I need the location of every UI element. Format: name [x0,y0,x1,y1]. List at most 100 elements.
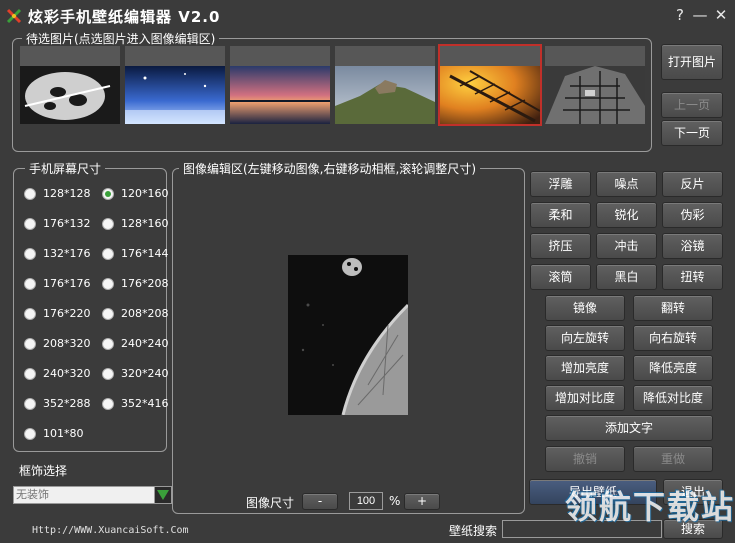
transform-button[interactable]: 增加亮度 [545,355,625,381]
radio-button-icon[interactable] [102,367,114,380]
transform-button[interactable]: 向左旋转 [545,325,625,351]
radio-button-icon[interactable] [102,307,114,320]
next-page-button[interactable]: 下一页 [661,120,723,146]
wallpaper-search-label: 壁纸搜索 [449,524,498,538]
screen-size-option-label: 352*288 [43,397,91,410]
radio-button-icon[interactable] [24,427,36,440]
screen-size-option-label: 101*80 [43,427,84,440]
thumbnail-image-sunset-sea [230,66,330,124]
effect-button[interactable]: 柔和 [530,202,591,228]
website-link[interactable]: Http://WWW.XuancaiSoft.Com [32,525,189,536]
screen-size-option[interactable]: 176*208 [102,276,169,292]
frame-select-dropdown[interactable] [13,486,155,504]
add-text-button[interactable]: 添加文字 [545,415,713,441]
screen-size-option[interactable]: 176*220 [24,306,91,322]
effect-button[interactable]: 黑白 [596,264,657,290]
screen-size-option[interactable]: 352*416 [102,396,169,412]
editor-canvas-image[interactable] [288,255,408,415]
effect-button[interactable]: 冲击 [596,233,657,259]
screen-size-option[interactable]: 208*208 [102,306,169,322]
screen-size-legend: 手机屏幕尺寸 [25,160,106,177]
zoom-input[interactable] [349,492,383,510]
radio-button-icon[interactable] [102,337,114,350]
screen-size-option[interactable]: 352*288 [24,396,91,412]
screen-size-option[interactable]: 176*144 [102,246,169,262]
effect-button[interactable]: 锐化 [596,202,657,228]
screen-size-option[interactable]: 128*160 [102,216,169,232]
effect-button[interactable]: 浮雕 [530,171,591,197]
screen-size-option-label: 320*240 [121,367,169,380]
radio-button-icon[interactable] [24,277,36,290]
prev-page-button[interactable]: 上一页 [661,92,723,118]
screen-size-option[interactable]: 176*132 [24,216,91,232]
screen-size-option[interactable]: 208*320 [24,336,91,352]
undo-button[interactable]: 撤销 [545,446,625,472]
screen-size-option[interactable]: 176*176 [24,276,91,292]
radio-button-icon[interactable] [102,397,114,410]
screen-size-option-label: 128*128 [43,187,91,200]
thumbnail-1[interactable] [20,46,120,124]
zoom-percent-label: % [389,494,401,508]
radio-button-icon[interactable] [102,217,114,230]
image-size-label: 图像尺寸 [246,496,295,510]
screen-size-option[interactable]: 240*240 [102,336,169,352]
effect-button[interactable]: 噪点 [596,171,657,197]
screen-size-option[interactable]: 132*176 [24,246,91,262]
transform-button[interactable]: 增加对比度 [545,385,625,411]
effect-button[interactable]: 挤压 [530,233,591,259]
radio-button-icon[interactable] [24,397,36,410]
close-button[interactable]: ✕ [712,6,730,24]
app-logo-icon [6,8,22,24]
radio-button-icon[interactable] [102,247,114,260]
screen-size-option[interactable]: 128*128 [24,186,91,202]
screen-size-option-label: 128*160 [121,217,169,230]
screen-size-option[interactable]: 320*240 [102,366,169,382]
thumbnail-3[interactable] [230,46,330,124]
thumbnail-2[interactable] [125,46,225,124]
thumbnail-4[interactable] [335,46,435,124]
transform-button[interactable]: 翻转 [633,295,713,321]
screen-size-option[interactable]: 120*160 [102,186,169,202]
thumbnail-5[interactable] [438,44,542,126]
transform-button[interactable]: 降低对比度 [633,385,713,411]
effect-button[interactable]: 伪彩 [662,202,723,228]
radio-button-icon[interactable] [102,277,114,290]
screen-size-option-label: 176*144 [121,247,169,260]
window-title: 炫彩手机壁纸编辑器 V2.0 [28,8,221,26]
thumbnail-group-legend: 待选图片(点选图片进入图像编辑区) [22,30,220,47]
screen-size-option-label: 352*416 [121,397,169,410]
frame-dropdown-button[interactable] [154,486,172,504]
effect-button[interactable]: 反片 [662,171,723,197]
radio-button-icon[interactable] [24,367,36,380]
screen-size-option[interactable]: 101*80 [24,426,84,442]
transform-button[interactable]: 镜像 [545,295,625,321]
zoom-in-button[interactable]: + [404,493,440,510]
open-image-button[interactable]: 打开图片 [661,44,723,80]
redo-button[interactable]: 重做 [633,446,713,472]
screen-size-option-label: 240*240 [121,337,169,350]
help-button[interactable]: ? [671,6,689,24]
minimize-button[interactable]: — [691,6,709,24]
radio-button-icon[interactable] [24,247,36,260]
transform-button[interactable]: 降低亮度 [633,355,713,381]
screen-size-option[interactable]: 240*320 [24,366,91,382]
effect-button[interactable]: 滚筒 [530,264,591,290]
effect-button[interactable]: 浴镜 [662,233,723,259]
radio-button-icon[interactable] [24,337,36,350]
radio-button-icon[interactable] [24,187,36,200]
thumbnail-6[interactable] [545,46,645,124]
radio-button-icon[interactable] [24,217,36,230]
thumbnail-image-bw-building [545,66,645,124]
transform-button[interactable]: 向右旋转 [633,325,713,351]
effect-button[interactable]: 扭转 [662,264,723,290]
radio-button-icon[interactable] [102,187,114,200]
screen-size-option-label: 208*208 [121,307,169,320]
zoom-out-button[interactable]: - [302,493,338,510]
editor-legend: 图像编辑区(左键移动图像,右键移动相框,滚轮调整尺寸) [179,160,480,177]
screen-size-option-label: 132*176 [43,247,91,260]
screen-size-option-label: 176*176 [43,277,91,290]
watermark-text: 领航下载站 [565,488,735,526]
screen-size-option-label: 176*132 [43,217,91,230]
radio-button-icon[interactable] [24,307,36,320]
screen-size-option-label: 208*320 [43,337,91,350]
